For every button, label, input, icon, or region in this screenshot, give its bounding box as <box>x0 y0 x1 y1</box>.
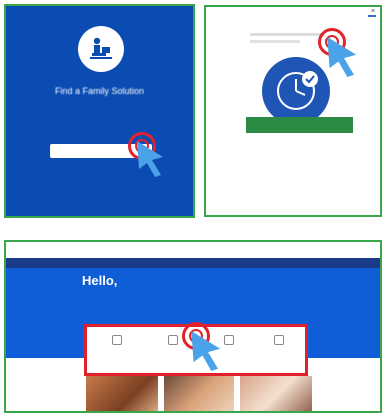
option-4-icon <box>274 335 284 345</box>
family-photo[interactable] <box>240 376 312 411</box>
option-2-icon <box>168 335 178 345</box>
option-card-3[interactable] <box>209 335 249 348</box>
placeholder-line <box>250 33 324 36</box>
nav-bar <box>6 258 380 268</box>
clock-badge <box>262 57 330 125</box>
greeting-title: Hello, <box>82 273 118 288</box>
clock-check-icon <box>277 71 318 110</box>
options-card-highlighted <box>84 324 308 376</box>
option-card-2[interactable] <box>153 335 193 348</box>
confirm-button[interactable] <box>246 117 353 133</box>
logo-badge <box>78 26 124 72</box>
onboarding-title: Find a Family Solution <box>54 86 145 96</box>
close-icon[interactable]: × <box>371 8 375 15</box>
header-accent <box>368 15 376 17</box>
option-3-icon <box>224 335 234 345</box>
panel-dashboard-page: Hello, <box>4 240 382 413</box>
option-card-1[interactable] <box>97 335 137 348</box>
placeholder-line <box>250 40 300 43</box>
option-1-icon <box>112 335 122 345</box>
family-photo[interactable] <box>164 376 234 411</box>
panel-modal-white <box>204 5 382 217</box>
option-card-4[interactable] <box>259 335 299 348</box>
person-at-desk-icon <box>90 37 112 59</box>
family-photo[interactable] <box>86 376 158 411</box>
get-started-button[interactable] <box>50 144 152 158</box>
site-header <box>6 242 380 258</box>
hero-banner: Hello, <box>6 268 380 376</box>
panel-onboarding-blue: Find a Family Solution <box>4 4 195 218</box>
